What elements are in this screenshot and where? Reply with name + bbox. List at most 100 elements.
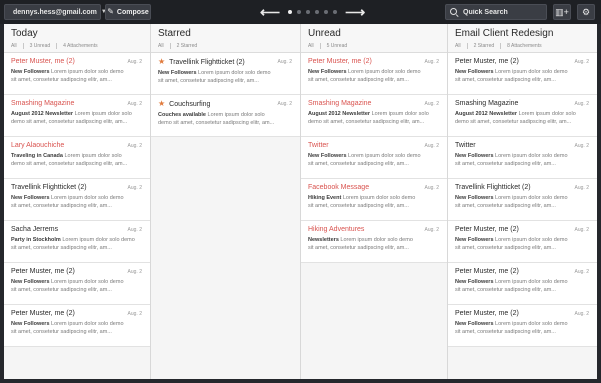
message-snippet: sit amet, consetetur sadipscing elitr, a… [11,287,112,293]
message-date: Aug. 2 [424,227,439,233]
message-sender: Facebook Message [308,184,370,191]
page-dot[interactable] [297,10,302,14]
message-subject: Couches available [158,112,206,118]
message-card[interactable]: Facebook Message Aug. 2 Hiking Event Lorem… [301,179,447,221]
filter-divider [169,43,171,49]
message-card[interactable]: ★ Couchsurfing Aug. 2 Couches available Lor… [151,95,300,137]
message-snippet: Lorem ipsum dolor solo demo [495,69,568,75]
message-snippet: Lorem ipsum dolor solo demo [495,321,568,327]
message-card[interactable]: Peter Muster, me (2) Aug. 2 New Followers … [4,263,150,305]
message-preview-line: August 2012 Newsletter Lorem ipsum dolor… [308,111,440,117]
message-date: Aug. 2 [127,143,142,149]
message-snippet: Lorem ipsum dolor solo demo [62,237,135,243]
page-dot[interactable] [333,10,338,14]
message-card[interactable]: Lary Alaouchiche Aug. 2 Traveling in Canad… [4,137,150,179]
message-date: Aug. 2 [424,143,439,149]
message-card[interactable]: ★ Travellink Flightticket (2) Aug. 2 New Fo… [151,53,300,95]
message-preview-line: New Followers Lorem ipsum dolor solo dem… [11,279,143,285]
star-icon[interactable]: ★ [158,58,165,66]
compose-button[interactable]: ✎ Compose [105,4,151,20]
filter-link[interactable]: All [308,43,314,49]
add-column-button[interactable]: ▥+ [553,4,571,20]
top-toolbar: dennys.hess@gmail.com ▼ ✎ Compose ⟵ ⟶ ▥+… [0,0,601,24]
filter-link[interactable]: 8 Attachements [507,43,541,49]
message-card[interactable]: Hiking Adventures Aug. 2 Newsletters Lorem… [301,221,447,263]
pencil-icon: ✎ [107,7,114,16]
message-sender: Peter Muster, me (2) [455,226,519,233]
column-filters: All 3 Unread 4 Attachements [11,43,150,49]
filter-link[interactable]: 5 Unread [327,43,348,49]
column-title: Unread [308,28,341,39]
message-header: Facebook Message [308,184,440,191]
arrow-right-icon[interactable]: ⟶ [345,5,365,19]
message-card[interactable]: Sacha Jerrems Aug. 2 Party in Stockholm Lo… [4,221,150,263]
filter-divider [466,43,468,49]
message-subject: New Followers [455,237,494,243]
message-date: Aug. 2 [127,311,142,317]
filter-link[interactable]: All [158,43,164,49]
message-card[interactable]: Peter Muster, me (2) Aug. 2 New Followers … [4,53,150,95]
message-sender: Hiking Adventures [308,226,365,233]
filter-link[interactable]: 3 Unread [30,43,51,49]
message-header: ★ Travellink Flightticket (2) [158,58,293,66]
message-card[interactable]: Travellink Flightticket (2) Aug. 2 New Fol… [448,179,597,221]
page-dot[interactable] [288,10,293,14]
account-switcher[interactable]: dennys.hess@gmail.com ▼ [4,4,107,20]
message-date: Aug. 2 [574,143,589,149]
page-dot[interactable] [315,10,320,14]
compose-label: Compose [116,8,149,16]
message-header: Peter Muster, me (2) [11,310,143,317]
filter-link[interactable]: 4 Attachements [63,43,97,49]
message-sender: Couchsurfing [169,100,211,108]
page-dot[interactable] [324,10,329,14]
message-date: Aug. 2 [574,59,589,65]
message-snippet: Lorem ipsum dolor solo demo [495,279,568,285]
message-date: Aug. 2 [574,311,589,317]
message-card[interactable]: Smashing Magazine Aug. 2 August 2012 Newsl… [448,95,597,137]
message-preview-line: New Followers Lorem ipsum dolor solo dem… [308,69,440,75]
message-card[interactable]: Peter Muster, me (2) Aug. 2 New Followers … [448,263,597,305]
message-snippet: demo sit amet, consetetur sadipscing eli… [308,119,425,125]
message-preview-line: Hiking Event Lorem ipsum dolor solo demo [308,195,440,201]
page-dot[interactable] [306,10,311,14]
filter-link[interactable]: All [11,43,17,49]
search-box[interactable] [445,4,547,20]
arrow-left-icon[interactable]: ⟵ [260,5,280,19]
gear-icon: ⚙ [581,6,591,17]
message-subject: New Followers [455,153,494,159]
message-subject: New Followers [455,69,494,75]
search-icon [450,7,459,17]
message-subject: New Followers [11,195,50,201]
message-snippet: Lorem ipsum dolor solo demo [342,195,416,201]
filter-link[interactable]: All [455,43,461,49]
message-sender: Smashing Magazine [11,100,75,107]
message-snippet: Lorem ipsum dolor solo demo [51,279,124,285]
message-card[interactable]: Peter Muster, me (2) Aug. 2 New Followers … [448,53,597,95]
message-card[interactable]: Smashing Magazine Aug. 2 August 2012 Newsl… [301,95,447,137]
star-icon[interactable]: ★ [158,100,165,108]
column-filters: All 5 Unread [308,43,447,49]
filter-link[interactable]: 2 Starred [177,43,198,49]
message-card[interactable]: Peter Muster, me (2) Aug. 2 New Followers … [301,53,447,95]
search-input[interactable] [463,8,543,16]
message-card[interactable]: Peter Muster, me (2) Aug. 2 New Followers … [448,305,597,347]
message-snippet: Lorem ipsum dolor solo [371,111,429,117]
message-card[interactable]: Peter Muster, me (2) Aug. 2 New Followers … [4,305,150,347]
message-card[interactable]: Smashing Magazine Aug. 2 August 2012 Newsl… [4,95,150,137]
message-card[interactable]: Twitter Aug. 2 New Followers Lorem ipsum d… [448,137,597,179]
message-preview-line: New Followers Lorem ipsum dolor solo dem… [11,69,143,75]
message-snippet: sit amet, consetetur sadipscing elitr, a… [455,245,556,251]
column-title: Email Client Redesign [455,28,554,39]
message-card[interactable]: Twitter Aug. 2 New Followers Lorem ipsum d… [301,137,447,179]
message-sender: Smashing Magazine [308,100,372,107]
filter-divider [319,43,321,49]
message-date: Aug. 2 [574,101,589,107]
message-snippet: Lorem ipsum dolor solo demo [51,195,124,201]
message-preview-line: New Followers Lorem ipsum dolor solo dem… [308,153,440,159]
filter-link[interactable]: 2 Starred [474,43,495,49]
account-email: dennys.hess@gmail.com [13,8,97,16]
message-card[interactable]: Peter Muster, me (2) Aug. 2 New Followers … [448,221,597,263]
settings-button[interactable]: ⚙ [577,4,595,20]
message-list: Peter Muster, me (2) Aug. 2 New Followers … [4,53,150,347]
message-card[interactable]: Travellink Flightticket (2) Aug. 2 New Fol… [4,179,150,221]
